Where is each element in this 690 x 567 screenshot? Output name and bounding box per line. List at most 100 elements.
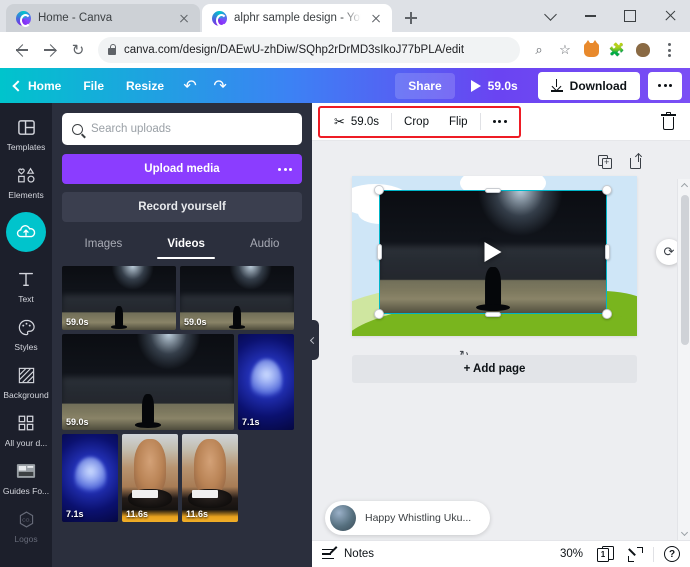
- scroll-down-icon[interactable]: [678, 527, 690, 540]
- share-button[interactable]: Share: [395, 72, 455, 99]
- tab-audio[interactable]: Audio: [246, 232, 283, 256]
- resize-handle-left[interactable]: [376, 244, 382, 260]
- download-label: Download: [569, 78, 627, 93]
- zoom-level[interactable]: 30%: [560, 548, 583, 560]
- sidebar-item-all-your-designs[interactable]: All your d...: [0, 405, 52, 453]
- upload-thumbnail[interactable]: 7.1s: [238, 334, 294, 430]
- upload-thumbnail[interactable]: 11.6s: [122, 434, 178, 522]
- sidebar-item-guides-folder[interactable]: Guides Fo...: [0, 453, 52, 501]
- tab-videos[interactable]: Videos: [157, 232, 215, 259]
- forward-icon[interactable]: [36, 36, 64, 64]
- sidebar-item-label: Logos: [14, 534, 38, 544]
- sidebar-item-text[interactable]: Text: [0, 261, 52, 309]
- resize-button[interactable]: Resize: [115, 74, 175, 98]
- new-tab-button[interactable]: [400, 7, 422, 29]
- sidebar-item-label: Background: [3, 390, 49, 400]
- crop-button[interactable]: Crop: [394, 111, 439, 133]
- audio-track-chip[interactable]: Happy Whistling Uku...: [325, 501, 490, 535]
- search-icon[interactable]: ⌕: [526, 37, 552, 63]
- collapse-panel-handle[interactable]: [306, 320, 319, 360]
- help-icon[interactable]: ?: [664, 546, 680, 562]
- trim-duration-button[interactable]: ✂ 59.0s: [324, 109, 389, 135]
- close-icon[interactable]: [368, 10, 384, 26]
- present-play-button[interactable]: 59.0s: [459, 73, 530, 99]
- notes-button[interactable]: Notes: [322, 545, 374, 561]
- upload-more-icon[interactable]: [278, 167, 292, 171]
- logos-icon: CO.: [15, 508, 37, 530]
- video-element[interactable]: [379, 190, 607, 314]
- window-controls: [530, 0, 690, 32]
- extensions-puzzle-icon[interactable]: 🧩: [604, 37, 630, 63]
- upload-thumbnail[interactable]: 59.0s: [180, 266, 294, 330]
- upload-thumbnail[interactable]: 11.6s: [182, 434, 238, 522]
- upload-media-button[interactable]: Upload media: [62, 154, 302, 184]
- sidebar-item-logos[interactable]: CO. Logos: [0, 501, 52, 549]
- uploads-panel: Upload media Record yourself Images Vide…: [52, 103, 312, 567]
- header-more-button[interactable]: [648, 71, 682, 100]
- browser-tab-alphr-sample-design[interactable]: alphr sample design - YouTube T: [202, 4, 392, 32]
- sidebar-item-uploads[interactable]: [0, 205, 52, 261]
- add-page-icon[interactable]: [629, 154, 644, 170]
- sidebar-item-background[interactable]: Background: [0, 357, 52, 405]
- close-window-icon[interactable]: [650, 0, 690, 32]
- delete-icon[interactable]: [661, 111, 676, 130]
- editor-area: ✂ 59.0s Crop Flip + ⟳ + Add page Happy W…: [312, 103, 690, 567]
- upload-thumbnail[interactable]: 59.0s: [62, 266, 176, 330]
- download-button[interactable]: Download: [537, 71, 640, 100]
- upload-thumbnail[interactable]: 59.0s: [62, 334, 234, 430]
- sidebar-item-label: Text: [18, 294, 34, 304]
- duration-badge: 11.6s: [126, 509, 149, 519]
- clip-duration-label: 59.0s: [350, 115, 380, 128]
- design-page[interactable]: [352, 176, 637, 336]
- tab-title: alphr sample design - YouTube T: [234, 12, 361, 24]
- redo-icon[interactable]: ↷: [205, 73, 235, 99]
- duration-label: 59.0s: [487, 78, 518, 93]
- maximize-icon[interactable]: [610, 0, 650, 32]
- resize-handle-bottom-right[interactable]: [602, 309, 612, 319]
- sidebar-item-styles[interactable]: Styles: [0, 309, 52, 357]
- uploads-grid: 59.0s 59.0s 59.0s 7.1s 7.1s 11.6s 11.6s: [62, 266, 302, 522]
- scroll-up-icon[interactable]: [678, 179, 690, 192]
- add-page-button[interactable]: + Add page: [352, 355, 637, 383]
- duplicate-page-icon[interactable]: [598, 155, 613, 170]
- record-yourself-button[interactable]: Record yourself: [62, 192, 302, 222]
- chevron-down-icon[interactable]: [530, 0, 570, 32]
- extension-fox-icon[interactable]: [578, 37, 604, 63]
- resize-handle-right[interactable]: [604, 244, 610, 260]
- close-icon[interactable]: [176, 10, 192, 26]
- minimize-icon[interactable]: [570, 0, 610, 32]
- toolbar-more-button[interactable]: [483, 112, 517, 131]
- undo-icon[interactable]: ↶: [175, 73, 205, 99]
- page-manager-icon[interactable]: 1: [597, 545, 614, 563]
- resize-handle-top[interactable]: [485, 187, 501, 193]
- search-uploads-box[interactable]: [62, 113, 302, 145]
- resize-handle-bottom-left[interactable]: [374, 309, 384, 319]
- browser-menu-icon[interactable]: [656, 37, 682, 63]
- fullscreen-expand-icon[interactable]: [628, 546, 643, 562]
- tab-images[interactable]: Images: [81, 232, 127, 256]
- extension-owl-icon[interactable]: [630, 37, 656, 63]
- resize-handle-top-left[interactable]: [374, 185, 384, 195]
- upload-thumbnail[interactable]: 7.1s: [62, 434, 118, 522]
- templates-icon: [15, 116, 37, 138]
- bottom-bar: Notes 30% 1 ?: [312, 540, 690, 567]
- search-input[interactable]: [91, 123, 292, 135]
- home-button[interactable]: Home: [8, 74, 72, 98]
- svg-text:CO.: CO.: [22, 517, 31, 523]
- sidebar-item-templates[interactable]: Templates: [0, 109, 52, 157]
- file-menu-button[interactable]: File: [72, 74, 115, 98]
- address-bar[interactable]: canva.com/design/DAEwU-zhDiw/SQhp2rDrMD3…: [98, 37, 520, 63]
- styles-palette-icon: [15, 316, 37, 338]
- browser-tab-home-canva[interactable]: Home - Canva: [6, 4, 200, 32]
- bookmark-star-icon[interactable]: ☆: [552, 37, 578, 63]
- resize-handle-bottom[interactable]: [485, 311, 501, 317]
- sidebar-item-elements[interactable]: Elements: [0, 157, 52, 205]
- play-icon[interactable]: [484, 242, 502, 262]
- back-icon[interactable]: [8, 36, 36, 64]
- canvas-scrollbar[interactable]: [677, 179, 690, 540]
- duration-badge: 59.0s: [184, 317, 207, 327]
- reload-icon[interactable]: ↻: [64, 36, 92, 64]
- flip-button[interactable]: Flip: [439, 111, 478, 133]
- resize-handle-top-right[interactable]: [602, 185, 612, 195]
- scrollbar-thumb[interactable]: [680, 195, 689, 345]
